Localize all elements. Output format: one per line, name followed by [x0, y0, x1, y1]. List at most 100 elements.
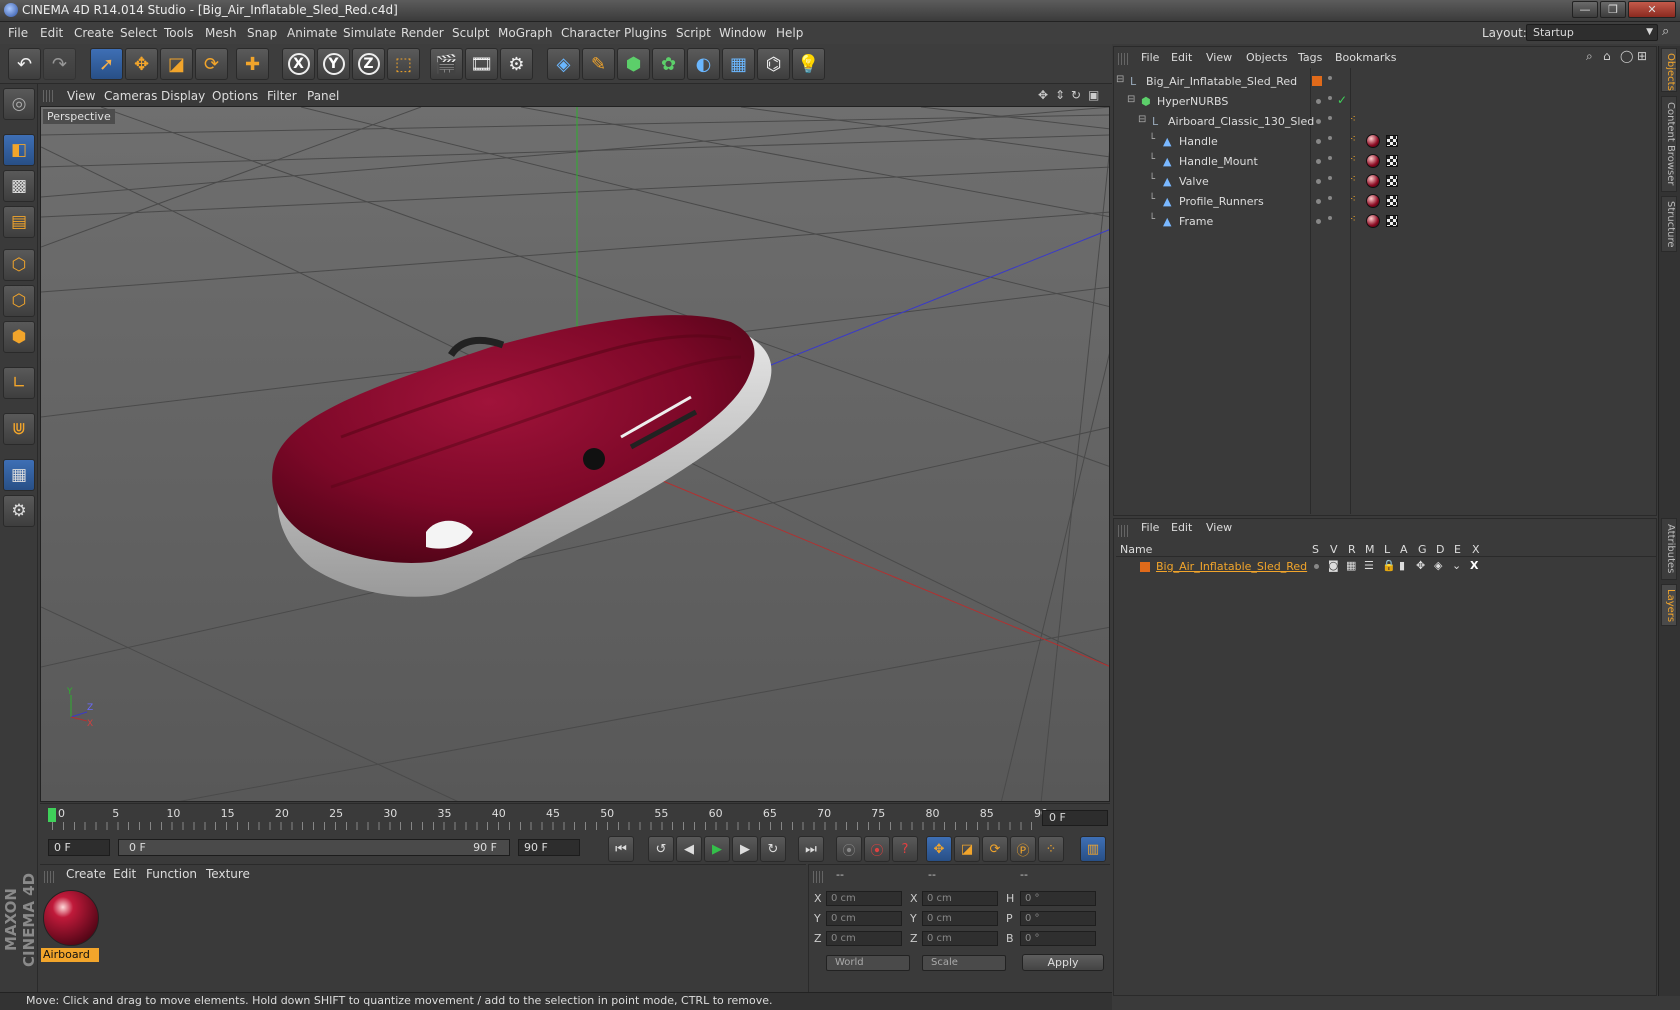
phong-tag-icon[interactable]: ⁖ [1350, 175, 1360, 185]
collapse-icon[interactable]: ⊟ [1116, 74, 1124, 85]
object-row[interactable]: └ ▲ Valve ⁖ [1116, 172, 1656, 191]
menu-snap[interactable]: Snap [247, 26, 277, 40]
object-name[interactable]: Profile_Runners [1179, 195, 1264, 208]
layer-col-view[interactable]: V [1330, 543, 1338, 556]
locked-workplane-icon[interactable]: ▦ [3, 459, 35, 491]
layer-name[interactable]: Big_Air_Inflatable_Sled_Red [1156, 560, 1307, 573]
eye-icon[interactable]: ◯ [1620, 49, 1633, 63]
layer-manager-icon[interactable]: ☰ [1364, 559, 1374, 572]
current-frame-field[interactable]: 0 F [1042, 810, 1108, 826]
layer-menu-file[interactable]: File [1141, 521, 1159, 534]
tab-objects[interactable]: Objects [1661, 48, 1677, 92]
material-name-label[interactable]: Airboard [41, 948, 99, 962]
render-picture-viewer-icon[interactable]: 🎞 [465, 48, 498, 80]
light-icon[interactable]: 💡 [792, 48, 825, 80]
workplane-mode-icon[interactable]: ▤ [3, 206, 35, 238]
dolly-view-icon[interactable]: ⇕ [1055, 88, 1065, 102]
menu-character[interactable]: Character [561, 26, 620, 40]
subdivision-surface-icon[interactable]: ⬢ [617, 48, 650, 80]
layer-col-locked[interactable]: L [1384, 543, 1390, 556]
layer-solo-toggle[interactable] [1314, 564, 1319, 569]
object-menu-file[interactable]: File [1141, 51, 1159, 64]
material-tag-icon[interactable] [1366, 174, 1380, 188]
editor-visibility-dot[interactable] [1316, 219, 1321, 224]
keyframe-selection-icon[interactable]: ? [892, 836, 918, 862]
tab-structure[interactable]: Structure [1661, 196, 1677, 252]
previous-frame-icon[interactable]: ◀ [676, 836, 702, 862]
layer-view-icon[interactable]: ◙ [1328, 559, 1339, 572]
material-swatch-airboard[interactable] [43, 890, 99, 946]
viewport-menu-options[interactable]: Options [212, 89, 258, 103]
new-window-icon[interactable]: ⊞ [1637, 49, 1647, 63]
make-editable-icon[interactable]: ◎ [3, 88, 35, 120]
collapse-icon[interactable]: ⊟ [1138, 114, 1146, 125]
phong-tag-icon[interactable]: ⁖ [1350, 135, 1360, 145]
move-icon[interactable]: ✥ [125, 48, 158, 80]
rotate-view-icon[interactable]: ↻ [1071, 88, 1081, 102]
axis-mode-icon[interactable]: ∟ [3, 367, 35, 399]
preview-range-slider[interactable]: 0 F 90 F [118, 839, 510, 856]
uvw-tag-icon[interactable] [1386, 155, 1398, 167]
pan-view-icon[interactable]: ✥ [1038, 88, 1048, 102]
go-to-start-icon[interactable]: ⏮ [608, 836, 634, 862]
position-z-field[interactable]: 0 cm [826, 931, 902, 946]
phong-tag-icon[interactable]: ⁖ [1350, 155, 1360, 165]
menu-render[interactable]: Render [401, 26, 444, 40]
z-axis-lock-icon[interactable]: Z [352, 48, 385, 80]
camera-icon[interactable]: ⌬ [757, 48, 790, 80]
layer-xref-icon[interactable]: X [1470, 559, 1478, 572]
object-name[interactable]: Valve [1179, 175, 1209, 188]
material-tag-icon[interactable] [1366, 134, 1380, 148]
search-icon[interactable]: ⌕ [1662, 24, 1669, 39]
position-y-field[interactable]: 0 cm [826, 911, 902, 926]
menu-animate[interactable]: Animate [287, 26, 337, 40]
material-menu-texture[interactable]: Texture [206, 867, 250, 881]
toggle-view-icon[interactable]: ▣ [1088, 88, 1099, 102]
layer-col-name[interactable]: Name [1120, 543, 1152, 556]
material-menu-create[interactable]: Create [66, 867, 106, 881]
render-view-icon[interactable]: 🎬 [430, 48, 463, 80]
menu-mesh[interactable]: Mesh [205, 26, 237, 40]
layer-col-manager[interactable]: M [1365, 543, 1375, 556]
uvw-tag-icon[interactable] [1386, 175, 1398, 187]
polygons-mode-icon[interactable]: ⬢ [3, 321, 35, 353]
object-menu-objects[interactable]: Objects [1246, 51, 1288, 64]
render-visibility-dot[interactable] [1328, 116, 1332, 120]
object-row[interactable]: └ ▲ Profile_Runners ⁖ [1116, 192, 1656, 211]
rotation-p-field[interactable]: 0 ° [1020, 911, 1096, 926]
size-x-field[interactable]: 0 cm [922, 891, 998, 906]
object-row[interactable]: ⊟ L Big_Air_Inflatable_Sled_Red [1116, 72, 1656, 91]
move-key-icon[interactable]: ✥ [926, 836, 952, 862]
rotation-key-icon[interactable]: ⟳ [982, 836, 1008, 862]
layout-dropdown[interactable]: Startup ▼ [1526, 24, 1658, 41]
layer-color-swatch[interactable] [1312, 76, 1322, 86]
coordinate-mode-dropdown[interactable]: Scale [922, 955, 1006, 971]
object-name[interactable]: Big_Air_Inflatable_Sled_Red [1146, 75, 1297, 88]
timeline-playhead[interactable] [48, 808, 56, 822]
tab-content-browser[interactable]: Content Browser [1661, 96, 1677, 192]
material-menu-function[interactable]: Function [146, 867, 197, 881]
layer-row[interactable]: Big_Air_Inflatable_Sled_Red ◙ ▦ ☰ 🔒 ▮ ✥ … [1116, 558, 1656, 575]
cube-icon[interactable]: ◈ [547, 48, 580, 80]
tab-layers[interactable]: Layers [1661, 584, 1677, 626]
object-row[interactable]: └ ▲ Frame ⁖ [1116, 212, 1656, 231]
render-visibility-dot[interactable] [1328, 136, 1332, 140]
enabled-check-icon[interactable]: ✓ [1337, 93, 1347, 107]
object-name[interactable]: HyperNURBS [1157, 95, 1228, 108]
layer-col-solo[interactable]: S [1312, 543, 1319, 556]
render-visibility-dot[interactable] [1328, 156, 1332, 160]
undo-icon[interactable]: ↶ [8, 48, 41, 80]
object-row[interactable]: ⊟ L Airboard_Classic_130_Sled ⁖ [1116, 112, 1656, 131]
apply-button[interactable]: Apply [1022, 954, 1104, 971]
object-menu-tags[interactable]: Tags [1298, 51, 1322, 64]
editor-visibility-dot[interactable] [1316, 179, 1321, 184]
object-row[interactable]: └ ▲ Handle_Mount ⁖ [1116, 152, 1656, 171]
object-menu-view[interactable]: View [1206, 51, 1232, 64]
maximize-button[interactable]: ❐ [1600, 1, 1626, 18]
layer-col-xref[interactable]: X [1472, 543, 1480, 556]
menu-mograph[interactable]: MoGraph [498, 26, 553, 40]
phong-tag-icon[interactable]: ⁖ [1350, 195, 1360, 205]
record-keys-icon[interactable]: ⦿ [836, 836, 862, 862]
object-name[interactable]: Airboard_Classic_130_Sled [1168, 115, 1314, 128]
scale-icon[interactable]: ◪ [160, 48, 193, 80]
